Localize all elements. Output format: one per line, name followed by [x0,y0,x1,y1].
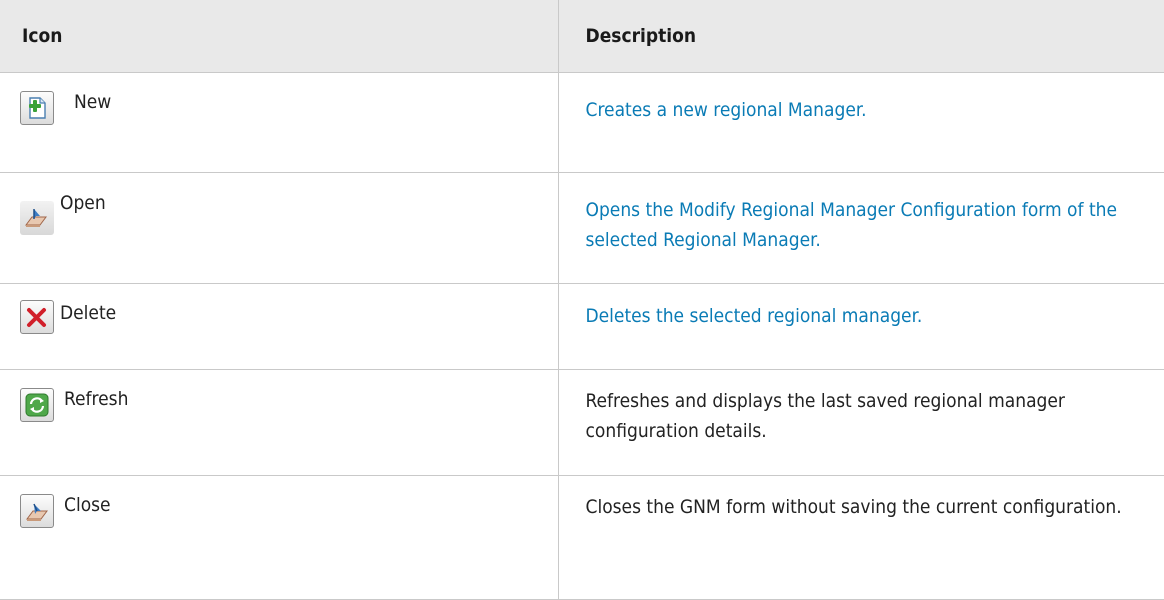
description-cell: Closes the GNM form without saving the c… [557,475,1164,600]
table-row: Open Opens the Modify Regional Manager C… [0,172,1164,284]
row-label-close: Close [64,494,111,516]
refresh-icon [20,388,54,422]
table-row: Close Closes the GNM form without saving… [0,475,1164,600]
row-label-open: Open [60,192,106,214]
column-header-description: Description [558,0,1164,73]
close-icon [20,494,54,528]
table-row: New Creates a new regional Manager. [0,72,1164,173]
table-header-row: Icon Description [0,0,1164,73]
icon-cell: Refresh [0,369,559,476]
row-label-delete: Delete [60,302,117,324]
table-row: Refresh Refreshes and displays the last … [0,369,1164,476]
row-label-new: New [74,91,112,113]
icon-cell: Open [0,172,559,284]
icon-cell: Delete [0,283,559,370]
icon-cell: New [0,72,559,173]
column-header-icon: Icon [0,0,559,73]
new-icon [20,91,54,125]
icon-reference-table: Icon Description New Creates a new regio… [0,0,1164,600]
description-cell: Refreshes and displays the last saved re… [557,369,1164,476]
row-label-refresh: Refresh [64,388,129,410]
icon-cell: Close [0,475,559,600]
description-cell[interactable]: Opens the Modify Regional Manager Config… [557,172,1164,284]
description-cell[interactable]: Deletes the selected regional manager. [557,283,1164,370]
description-cell[interactable]: Creates a new regional Manager. [557,72,1164,173]
table-row: Delete Deletes the selected regional man… [0,283,1164,370]
delete-icon [20,300,54,334]
open-icon [20,201,54,235]
